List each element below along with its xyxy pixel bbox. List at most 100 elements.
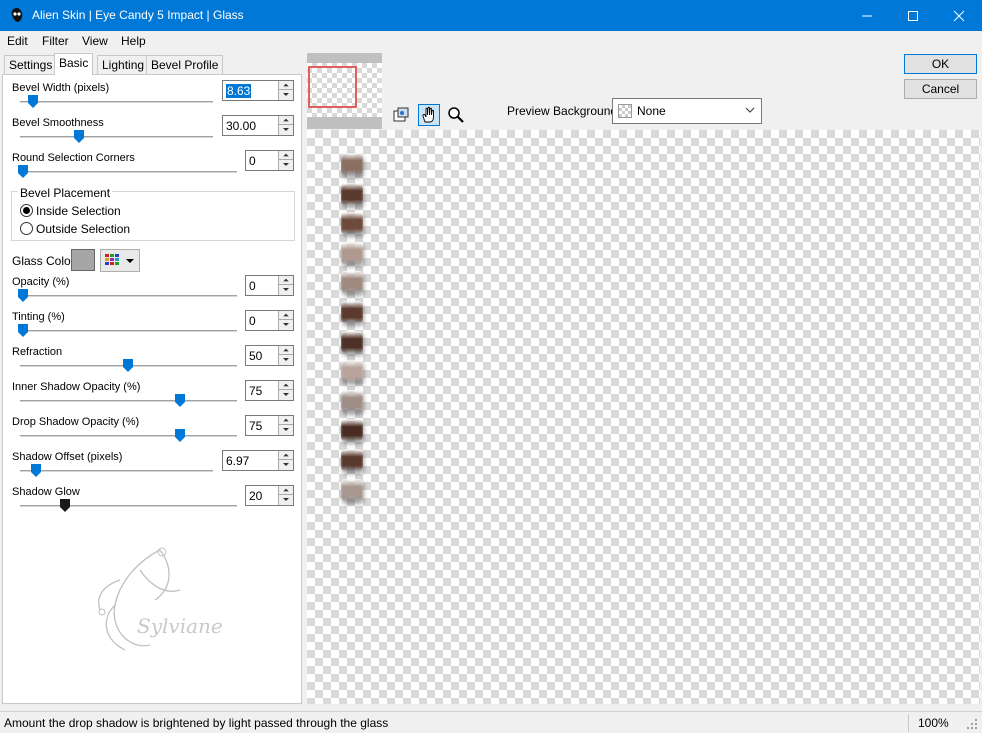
shadow-offset-slider-thumb[interactable]	[31, 464, 41, 477]
color-palette-button[interactable]	[100, 249, 140, 272]
preview-background-select[interactable]: None	[612, 98, 762, 124]
spin-down-icon[interactable]	[279, 125, 293, 134]
opacity-input[interactable]: 0	[245, 275, 294, 296]
drop-shadow-input[interactable]: 75	[245, 415, 294, 436]
shadow-offset-input[interactable]: 6.97	[222, 450, 294, 471]
minimize-button[interactable]	[844, 0, 890, 31]
color-grid-icon	[105, 254, 134, 265]
bevel-width-input[interactable]: 8.63	[222, 80, 294, 101]
spin-down-icon[interactable]	[279, 460, 293, 469]
magnifier-icon	[448, 107, 464, 123]
refraction-label: Refraction	[12, 346, 63, 358]
tab-bevel-profile[interactable]: Bevel Profile	[146, 55, 224, 74]
tinting-slider-thumb[interactable]	[18, 324, 28, 337]
opacity-track[interactable]	[20, 295, 237, 297]
round-corners-slider-thumb[interactable]	[18, 165, 28, 178]
shadow-glow-slider-thumb[interactable]	[60, 499, 70, 512]
spin-up-icon[interactable]	[279, 346, 293, 355]
opacity-label: Opacity (%)	[12, 276, 70, 288]
tab-settings[interactable]: Settings	[4, 55, 58, 74]
tinting-input[interactable]: 0	[245, 310, 294, 331]
inside-selection-radio[interactable]	[20, 204, 33, 217]
maximize-button[interactable]	[890, 0, 936, 31]
spin-down-icon[interactable]	[279, 285, 293, 294]
spin-down-icon[interactable]	[279, 90, 293, 99]
spin-down-icon[interactable]	[279, 160, 293, 169]
menu-filter[interactable]: Filter	[42, 34, 69, 48]
status-divider	[908, 714, 909, 732]
outside-selection-label[interactable]: Outside Selection	[36, 222, 130, 236]
menu-edit[interactable]: Edit	[7, 34, 28, 48]
drop-shadow-label: Drop Shadow Opacity (%)	[12, 416, 140, 428]
tab-lighting[interactable]: Lighting	[97, 55, 150, 74]
spin-up-icon[interactable]	[279, 81, 293, 90]
drop-shadow-slider-thumb[interactable]	[175, 429, 185, 442]
ok-button[interactable]: OK	[904, 54, 977, 74]
menu-bar: Edit Filter View Help	[0, 31, 982, 52]
resize-grip-icon[interactable]	[966, 718, 978, 730]
spin-up-icon[interactable]	[279, 276, 293, 285]
glass-bead	[341, 301, 363, 323]
menu-view[interactable]: View	[82, 34, 108, 48]
bevel-smoothness-input[interactable]: 30.00	[222, 115, 294, 136]
shadow-offset-value: 6.97	[226, 454, 250, 468]
spin-down-icon[interactable]	[279, 390, 293, 399]
bevel-width-track[interactable]	[20, 101, 213, 103]
outside-selection-radio[interactable]	[20, 222, 33, 235]
spin-down-icon[interactable]	[279, 320, 293, 329]
close-button[interactable]	[936, 0, 982, 31]
tinting-label: Tinting (%)	[12, 311, 65, 323]
preview-canvas[interactable]	[307, 130, 980, 704]
round-corners-value: 0	[249, 154, 256, 168]
inner-shadow-input[interactable]: 75	[245, 380, 294, 401]
round-corners-label: Round Selection Corners	[12, 152, 135, 164]
spin-up-icon[interactable]	[279, 311, 293, 320]
cancel-button[interactable]: Cancel	[904, 79, 977, 99]
hand-tool-button[interactable]	[418, 104, 440, 126]
tab-basic[interactable]: Basic	[54, 53, 94, 75]
round-corners-input[interactable]: 0	[245, 150, 294, 171]
glass-bead	[341, 360, 363, 383]
glass-bead	[341, 212, 363, 235]
refraction-slider-thumb[interactable]	[123, 359, 133, 372]
bevel-width-slider-thumb[interactable]	[28, 95, 38, 108]
spin-up-icon[interactable]	[279, 151, 293, 160]
refraction-value: 50	[249, 349, 263, 363]
spin-up-icon[interactable]	[279, 451, 293, 460]
inside-selection-label[interactable]: Inside Selection	[36, 204, 121, 218]
tinting-track[interactable]	[20, 330, 237, 332]
opacity-slider-thumb[interactable]	[18, 289, 28, 302]
bevel-smoothness-track[interactable]	[20, 136, 213, 138]
zoom-tool-button[interactable]	[445, 104, 467, 126]
spin-up-icon[interactable]	[279, 486, 293, 495]
spin-down-icon[interactable]	[279, 355, 293, 364]
opacity-value: 0	[249, 279, 256, 293]
spin-up-icon[interactable]	[279, 381, 293, 390]
glass-bead	[341, 419, 363, 442]
menu-help[interactable]: Help	[121, 34, 146, 48]
navigator-view-rect[interactable]	[308, 66, 357, 108]
shadow-glow-label: Shadow Glow	[12, 486, 80, 498]
maximize-icon	[908, 11, 918, 21]
inner-shadow-track[interactable]	[20, 400, 237, 402]
minimize-icon	[862, 15, 872, 17]
shadow-glow-input[interactable]: 20	[245, 485, 294, 506]
bevel-width-value: 8.63	[226, 84, 252, 98]
spin-down-icon[interactable]	[279, 425, 293, 434]
refraction-input[interactable]: 50	[245, 345, 294, 366]
shadow-offset-track[interactable]	[20, 470, 213, 472]
glass-bead	[341, 241, 363, 264]
zoom-fit-button[interactable]	[390, 104, 412, 126]
title-bar: Alien Skin | Eye Candy 5 Impact | Glass	[0, 0, 982, 31]
glass-bead	[341, 182, 363, 205]
spin-up-icon[interactable]	[279, 416, 293, 425]
shadow-glow-track[interactable]	[20, 505, 237, 507]
glass-color-swatch[interactable]	[71, 249, 95, 271]
status-bar: Amount the drop shadow is brightened by …	[0, 711, 982, 733]
inner-shadow-slider-thumb[interactable]	[175, 394, 185, 407]
round-corners-track[interactable]	[20, 171, 237, 173]
drop-shadow-track[interactable]	[20, 435, 237, 437]
spin-down-icon[interactable]	[279, 495, 293, 504]
bevel-smoothness-slider-thumb[interactable]	[74, 130, 84, 143]
spin-up-icon[interactable]	[279, 116, 293, 125]
